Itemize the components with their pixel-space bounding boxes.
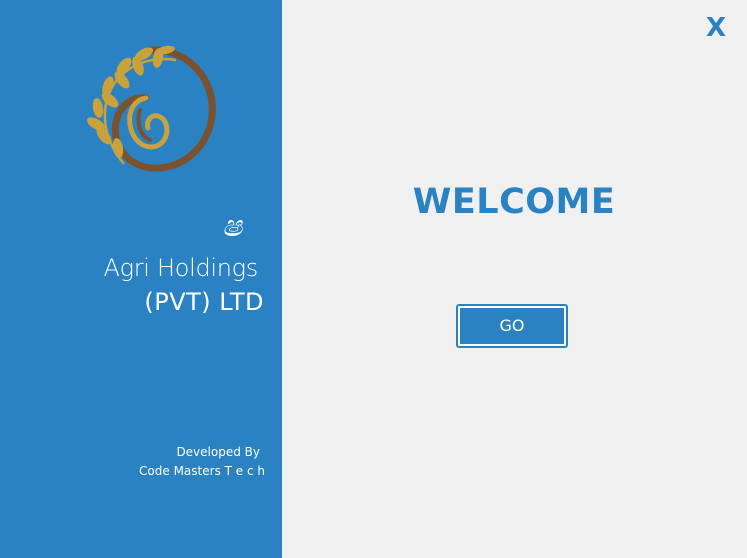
developed-by-label: Developed By <box>176 445 260 459</box>
go-button-label: GO <box>460 308 564 344</box>
brand-glyph: ෂ <box>221 209 243 244</box>
developer-name: Code Masters T e c h <box>139 464 265 478</box>
go-button[interactable]: GO <box>456 304 568 348</box>
wheat-spiral-logo-icon <box>86 45 216 172</box>
company-suffix: (PVT) LTD <box>144 288 264 316</box>
branding-panel: ෂ Agri Holdings (PVT) LTD Developed By C… <box>0 0 282 558</box>
company-name: Agri Holdings <box>103 254 258 282</box>
welcome-window: ෂ Agri Holdings (PVT) LTD Developed By C… <box>0 0 747 558</box>
page-title: WELCOME <box>412 182 616 222</box>
close-button[interactable]: X <box>702 12 730 44</box>
